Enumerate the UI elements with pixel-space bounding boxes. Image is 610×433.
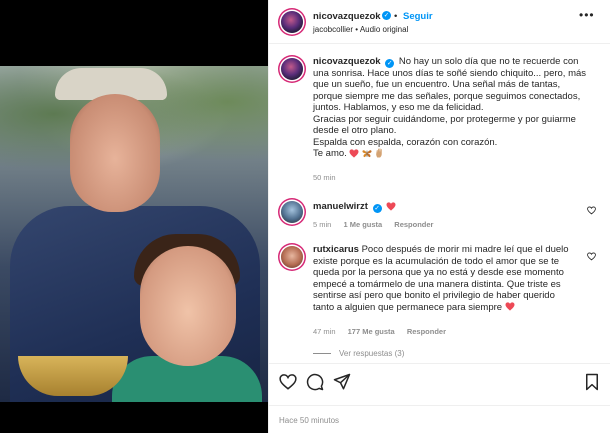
comment-line: tanto a alguien que permanece para siemp… [313, 302, 585, 314]
action-bar [269, 363, 610, 399]
post-side-panel: nicovazquezok ✓ • Seguir jacobcollier • … [268, 0, 610, 433]
caption-line: nicovazquezok ✓ No hay un solo día que n… [313, 56, 605, 68]
post-media [0, 0, 268, 433]
share-icon[interactable] [333, 373, 351, 391]
comment: rutxicarus Poco después de morir mi madr… [313, 244, 585, 313]
hand-emoji-icon [375, 148, 382, 158]
bookmark-icon[interactable] [583, 373, 601, 391]
comment-timestamp[interactable]: 47 min [313, 327, 336, 336]
follow-button[interactable]: Seguir [403, 11, 433, 22]
caption-text: Te amo. [313, 148, 347, 159]
post-viewer: nicovazquezok ✓ • Seguir jacobcollier • … [0, 0, 610, 433]
comment-line: rutxicarus Poco después de morir mi madr… [313, 244, 585, 256]
comment-meta: 47 min 177 Me gusta Responder [313, 327, 456, 336]
comment-text: Poco después de morir mi madre leí que e… [361, 244, 569, 255]
commenter-username[interactable]: manuelwirzt [313, 201, 368, 212]
red-heart-emoji-icon [349, 149, 359, 158]
replies-divider [313, 353, 331, 354]
comment-likes[interactable]: 177 Me gusta [348, 327, 395, 336]
verified-badge-icon: ✓ [382, 11, 391, 20]
caption-username[interactable]: nicovazquezok [313, 56, 381, 67]
post-caption: nicovazquezok ✓ No hay un solo día que n… [313, 56, 605, 160]
caption-line: juntos. Hablamos, y eso me da felicidad. [313, 102, 484, 113]
verified-badge-icon: ✓ [372, 204, 382, 213]
author-avatar[interactable] [281, 11, 303, 33]
caption-line: una sonrisa. Hace unos días te soñé sien… [313, 67, 587, 79]
comment-text: tanto a alguien que permanece para siemp… [313, 301, 503, 313]
butterfly-emoji-icon [362, 150, 372, 158]
comment-line: existe porque es la acumulación de todo … [313, 255, 560, 267]
caption-line: que un sueño, fue un encuentro. Una seña… [313, 79, 561, 90]
verified-badge-icon: ✓ [385, 59, 395, 68]
comment: manuelwirzt ✓ [313, 201, 585, 213]
reply-button[interactable]: Responder [394, 220, 433, 229]
post-header: nicovazquezok ✓ • Seguir jacobcollier • … [269, 0, 610, 44]
view-replies-button[interactable]: Ver respuestas (3) [339, 349, 404, 358]
post-timestamp[interactable]: Hace 50 minutos [279, 416, 339, 425]
header-separator: • [394, 11, 398, 22]
like-comment-heart-icon[interactable] [587, 252, 596, 261]
comment-line: empecé a tomármelo de una manera distint… [313, 278, 561, 290]
more-options-icon[interactable]: ••• [579, 8, 595, 22]
caption-text: No hay un solo día que no te recuerde co… [398, 56, 579, 67]
caption-line: porque siempre me das señales, porque se… [313, 90, 581, 102]
comment-line: queda por la persona que ya no está y de… [313, 267, 564, 278]
comment-meta: 5 min 1 Me gusta Responder [313, 220, 443, 229]
caption-line: Te amo. [313, 148, 605, 160]
caption-timestamp[interactable]: 50 min [313, 173, 336, 182]
photo-person-face [70, 94, 160, 212]
red-heart-emoji-icon [505, 302, 515, 312]
reply-button[interactable]: Responder [407, 327, 446, 336]
commenter-avatar[interactable] [281, 201, 303, 223]
photo-child-face [140, 246, 236, 366]
caption-line: Gracias por seguir cuidándome, por prote… [313, 113, 576, 125]
red-heart-emoji-icon [386, 202, 396, 211]
footer-divider [269, 405, 610, 406]
like-comment-heart-icon[interactable] [587, 206, 596, 215]
comment-likes[interactable]: 1 Me gusta [343, 220, 382, 229]
heart-icon[interactable] [279, 373, 297, 391]
caption-line: Espalda con espalda, corazón con corazón… [313, 136, 498, 148]
commenter-username[interactable]: rutxicarus [313, 244, 359, 255]
author-username[interactable]: nicovazquezok [313, 11, 381, 22]
caption-line: desde el otro plano. [313, 125, 397, 136]
audio-label[interactable]: jacobcollier • Audio original [313, 25, 408, 34]
post-photo[interactable] [0, 66, 268, 402]
comment-timestamp[interactable]: 5 min [313, 220, 331, 229]
comment-line: sentirse así pero que bonito el privileg… [313, 290, 555, 301]
caption-author-avatar[interactable] [281, 58, 303, 80]
comment-icon[interactable] [306, 373, 324, 391]
commenter-avatar[interactable] [281, 246, 303, 268]
